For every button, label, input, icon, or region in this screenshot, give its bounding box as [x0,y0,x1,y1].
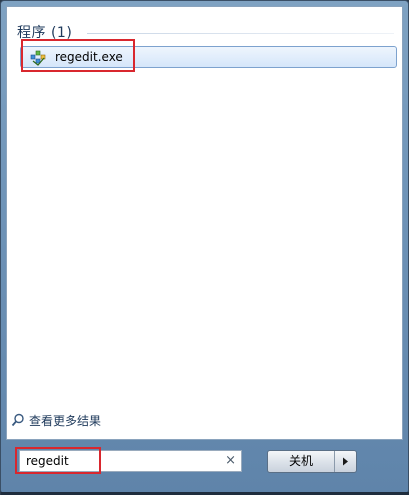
chevron-right-icon [343,457,348,466]
result-item-label: regedit.exe [55,50,123,64]
see-more-label: 查看更多结果 [29,413,102,428]
search-input-value: regedit [26,454,69,468]
see-more-results-link[interactable]: 查看更多结果 [11,411,101,429]
shutdown-options-button[interactable] [334,451,356,472]
section-divider [87,33,394,34]
regedit-icon [30,50,46,66]
shutdown-button[interactable]: 关机 [268,451,334,472]
shutdown-button-group: 关机 [267,450,357,473]
clear-search-button[interactable]: × [225,453,236,469]
search-input[interactable]: regedit × [19,450,242,472]
search-icon [11,413,24,427]
start-menu: 程序 (1) regedit.exe 查看更多结果 regedit × 关机 [0,0,409,495]
section-header-programs: 程序 (1) [17,25,73,41]
search-results-pane: 程序 (1) regedit.exe [6,6,403,440]
result-item-regedit[interactable]: regedit.exe [20,46,397,68]
